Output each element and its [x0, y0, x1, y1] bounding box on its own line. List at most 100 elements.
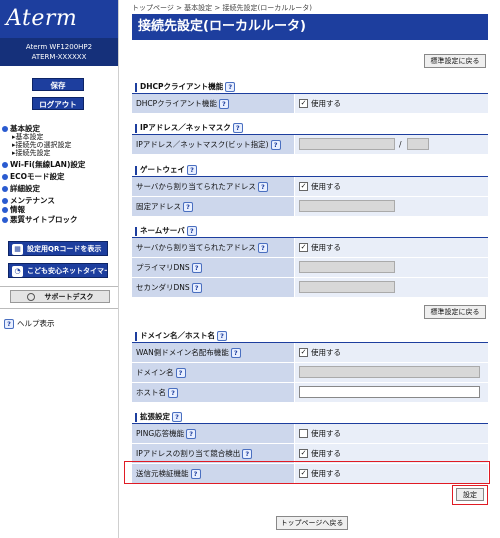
- help-icon[interactable]: ?: [257, 182, 268, 192]
- reset-default-button[interactable]: 標準設定に戻る: [424, 305, 486, 319]
- check-icon: ✓: [299, 347, 308, 357]
- field-label: ドメイン名?: [132, 363, 294, 382]
- field-label: DHCPクライアント機能?: [132, 94, 294, 113]
- clock-icon: ◔: [12, 265, 23, 277]
- divider: [0, 286, 118, 287]
- field-label: セカンダリDNS?: [132, 278, 294, 297]
- kids-timer-button[interactable]: ◔ こども安心ネットタイマー: [8, 263, 108, 278]
- help-icon[interactable]: ?: [242, 449, 253, 459]
- help-icon[interactable]: ?: [270, 140, 281, 150]
- field-label: サーバから割り当てられたアドレス?: [132, 238, 294, 257]
- sidebar-subitem-connection[interactable]: ▸接続先設定: [2, 149, 118, 157]
- check-icon: ✓: [299, 98, 308, 108]
- sidebar-item-basic[interactable]: 基本設定: [2, 124, 118, 133]
- circle-icon: [26, 293, 35, 301]
- section-header: ネームサーバ?: [132, 224, 488, 238]
- ping-response-checkbox[interactable]: 使用する: [295, 424, 488, 443]
- sidebar-menu: 基本設定 ▸基本設定 ▸接続先の選択設定 ▸接続先設定 Wi-Fi(無線LAN)…: [2, 124, 118, 224]
- sidebar-item-wifi[interactable]: Wi-Fi(無線LAN)設定: [2, 160, 118, 169]
- bullet-icon: [2, 198, 8, 204]
- dhcp-client-checkbox[interactable]: ✓ 使用する: [295, 94, 488, 113]
- bullet-icon: [2, 174, 8, 180]
- help-icon[interactable]: ?: [257, 243, 268, 253]
- netmask-input[interactable]: [407, 138, 429, 150]
- sidebar-item-maintenance[interactable]: メンテナンス: [2, 196, 118, 205]
- primary-dns-input[interactable]: [299, 261, 395, 273]
- field-value: [295, 258, 488, 277]
- dns-auto-checkbox[interactable]: ✓ 使用する: [295, 238, 488, 257]
- sidebar-item-info[interactable]: 情報: [2, 205, 118, 214]
- back-to-top-button[interactable]: トップページへ戻る: [276, 516, 348, 530]
- section-dhcp: DHCPクライアント機能? DHCPクライアント機能? ✓ 使用する: [132, 80, 488, 114]
- field-label: IPアドレス／ネットマスク(ビット指定)?: [132, 135, 294, 154]
- help-icon[interactable]: ?: [191, 283, 202, 293]
- help-icon[interactable]: ?: [218, 99, 229, 109]
- wan-domain-checkbox[interactable]: ✓ 使用する: [295, 343, 488, 362]
- sidebar-subitem-connection-select[interactable]: ▸接続先の選択設定: [2, 141, 118, 149]
- help-icon[interactable]: ?: [186, 226, 197, 236]
- help-icon[interactable]: ?: [175, 368, 186, 378]
- form-row: IPアドレス／ネットマスク(ビット指定)? /: [132, 135, 488, 155]
- help-link[interactable]: ? ヘルプ表示: [4, 318, 55, 329]
- highlight-set-button: [452, 485, 488, 505]
- field-label: プライマリDNS?: [132, 258, 294, 277]
- help-icon[interactable]: ?: [225, 82, 236, 92]
- help-icon[interactable]: ?: [186, 429, 197, 439]
- domain-name-input[interactable]: [299, 366, 480, 378]
- reset-default-button[interactable]: 標準設定に戻る: [424, 54, 486, 68]
- bullet-icon: [2, 207, 8, 213]
- section-header: IPアドレス／ネットマスク?: [132, 121, 488, 135]
- help-icon[interactable]: ?: [230, 348, 241, 358]
- form-row: サーバから割り当てられたアドレス? ✓ 使用する: [132, 177, 488, 197]
- sidebar-subitem-basic[interactable]: ▸基本設定: [2, 133, 118, 141]
- help-icon[interactable]: ?: [183, 202, 193, 212]
- bullet-icon: [2, 126, 8, 132]
- host-name-input[interactable]: [299, 386, 480, 398]
- help-icon[interactable]: ?: [217, 331, 227, 341]
- secondary-dns-input[interactable]: [299, 281, 395, 293]
- field-value: [295, 383, 488, 402]
- help-icon[interactable]: ?: [168, 388, 178, 398]
- help-icon[interactable]: ?: [191, 263, 202, 273]
- section-gateway: ゲートウェイ? サーバから割り当てられたアドレス? ✓ 使用する 固定アドレス?: [132, 163, 488, 217]
- help-icon[interactable]: ?: [232, 123, 243, 133]
- page-title: 接続先設定(ローカルルータ): [132, 14, 488, 40]
- field-value: [295, 278, 488, 297]
- breadcrumb: トップページ > 基本設定 > 接続先設定(ローカルルータ): [132, 4, 312, 12]
- section-domain: ドメイン名／ホスト名? WAN側ドメイン名配布機能? ✓ 使用する ドメイン名? …: [132, 329, 488, 403]
- help-icon[interactable]: ?: [172, 412, 182, 422]
- section-header: DHCPクライアント機能?: [132, 80, 488, 94]
- sidebar-item-detail[interactable]: 詳細設定: [2, 184, 118, 193]
- form-row: ホスト名?: [132, 383, 488, 403]
- help-icon: ?: [4, 319, 14, 329]
- help-icon[interactable]: ?: [187, 165, 197, 175]
- field-label: サーバから割り当てられたアドレス?: [132, 177, 294, 196]
- check-icon: ✓: [299, 242, 308, 252]
- divider: [0, 308, 118, 309]
- support-desk-button[interactable]: サポートデスク: [10, 290, 110, 303]
- field-label: WAN側ドメイン名配布機能?: [132, 343, 294, 362]
- save-button[interactable]: 保存: [32, 78, 84, 91]
- section-header: 拡張設定?: [132, 410, 488, 424]
- ip-address-input[interactable]: [299, 138, 395, 150]
- gateway-auto-checkbox[interactable]: ✓ 使用する: [295, 177, 488, 196]
- field-label: ホスト名?: [132, 383, 294, 402]
- form-row: 固定アドレス?: [132, 197, 488, 217]
- slash-separator: /: [399, 140, 402, 149]
- section-header: ゲートウェイ?: [132, 163, 488, 177]
- sidebar-item-eco[interactable]: ECOモード設定: [2, 172, 118, 181]
- bullet-icon: [2, 186, 8, 192]
- section-header: ドメイン名／ホスト名?: [132, 329, 488, 343]
- fixed-gateway-input[interactable]: [299, 200, 395, 212]
- aterm-logo: Aterm: [0, 0, 118, 38]
- section-ip: IPアドレス／ネットマスク? IPアドレス／ネットマスク(ビット指定)? /: [132, 121, 488, 155]
- field-label: 固定アドレス?: [132, 197, 294, 216]
- field-value: [295, 197, 488, 216]
- logout-button[interactable]: ログアウト: [32, 97, 84, 110]
- check-icon: ✓: [299, 181, 308, 191]
- sidebar-item-malicious-block[interactable]: 悪質サイトブロック: [2, 215, 118, 224]
- check-icon: ✓: [299, 448, 308, 458]
- field-value: [295, 363, 488, 382]
- qr-code-button[interactable]: ▦ 設定用QRコードを表示: [8, 241, 108, 256]
- sidebar: Aterm Aterm WF1200HP2 ATERM-XXXXXX 保存 ログ…: [0, 0, 118, 538]
